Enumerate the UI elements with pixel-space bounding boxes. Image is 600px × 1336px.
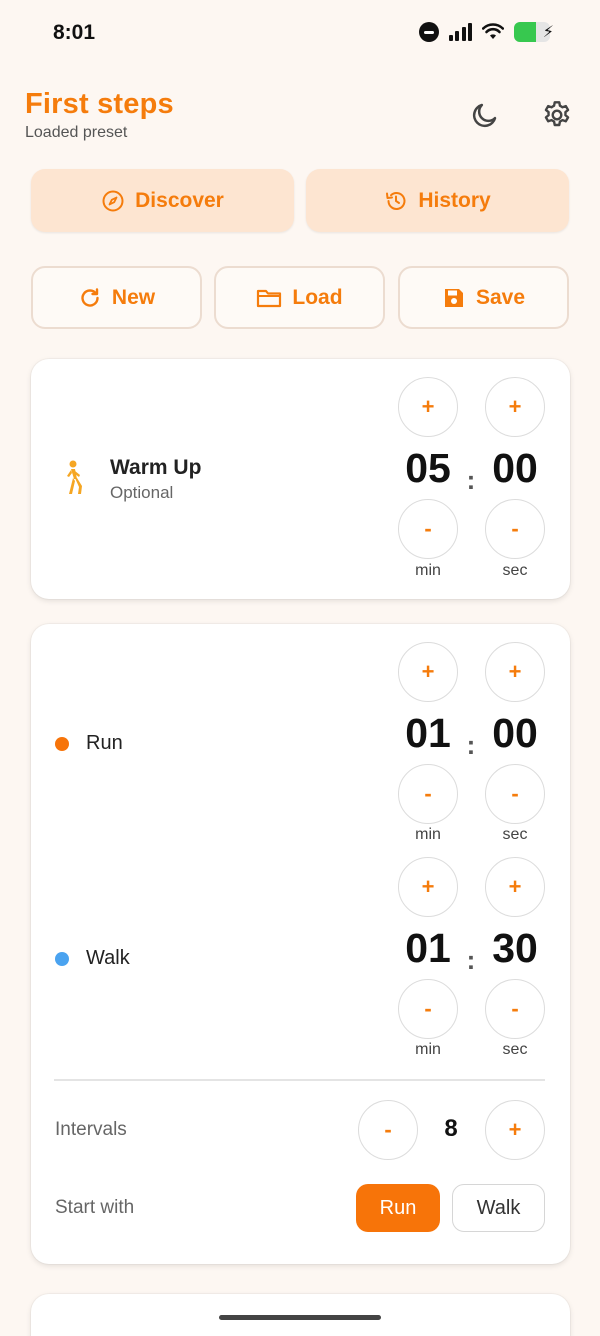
history-button[interactable]: History xyxy=(306,169,569,232)
walk-minutes-increment[interactable]: + xyxy=(398,857,458,917)
new-button[interactable]: New xyxy=(31,266,202,329)
warmup-minutes-value: 05 xyxy=(405,445,451,491)
status-time: 8:01 xyxy=(53,21,96,44)
walk-color-dot xyxy=(55,952,69,966)
minutes-unit-label: min xyxy=(415,1041,441,1058)
warmup-seconds-value: 00 xyxy=(492,445,538,491)
run-seconds-increment[interactable]: + xyxy=(485,642,545,702)
interval-card: Run + + 01 : 00 - - min sec Walk + + 01 … xyxy=(31,624,570,1264)
battery-icon: ⚡ xyxy=(514,22,554,42)
warmup-seconds-increment[interactable]: + xyxy=(485,377,545,437)
warmup-minutes-increment[interactable]: + xyxy=(398,377,458,437)
start-with-label: Start with xyxy=(55,1197,135,1218)
walk-label: Walk xyxy=(86,947,130,969)
walk-seconds-decrement[interactable]: - xyxy=(485,979,545,1039)
start-with-walk-option[interactable]: Walk xyxy=(452,1184,545,1232)
discover-button[interactable]: Discover xyxy=(31,169,294,232)
discover-label: Discover xyxy=(135,188,224,212)
save-label: Save xyxy=(475,285,526,309)
compass-icon xyxy=(102,190,124,211)
dark-mode-toggle[interactable] xyxy=(468,98,502,132)
minutes-unit-label: min xyxy=(415,562,441,579)
warmup-minutes-decrement[interactable]: - xyxy=(398,499,458,559)
load-label: Load xyxy=(292,285,343,309)
charging-bolt-icon: ⚡ xyxy=(542,24,554,41)
save-button[interactable]: Save xyxy=(398,266,569,329)
intervals-value: 8 xyxy=(444,1115,458,1142)
run-seconds-decrement[interactable]: - xyxy=(485,764,545,824)
warmup-title: Warm Up xyxy=(110,456,202,479)
intervals-label: Intervals xyxy=(55,1119,127,1140)
load-button[interactable]: Load xyxy=(214,266,385,329)
settings-button[interactable] xyxy=(540,98,574,132)
status-icons: ⚡ xyxy=(418,22,554,42)
status-bar: 8:01 ⚡ xyxy=(0,0,600,70)
walk-minutes-decrement[interactable]: - xyxy=(398,979,458,1039)
start-with-run-option[interactable]: Run xyxy=(356,1184,440,1232)
walk-minutes-value: 01 xyxy=(405,925,451,971)
warmup-card: Warm Up Optional + + 05 : 00 - - min sec xyxy=(31,359,570,599)
cellular-signal-icon xyxy=(448,23,472,41)
save-icon xyxy=(444,288,463,307)
run-color-dot xyxy=(55,737,69,751)
seconds-unit-label: sec xyxy=(502,562,528,579)
walk-seconds-value: 30 xyxy=(492,925,538,971)
seconds-unit-label: sec xyxy=(502,1041,528,1058)
wifi-icon xyxy=(482,23,504,39)
intervals-decrement[interactable]: - xyxy=(358,1100,418,1160)
moon-icon xyxy=(472,103,497,128)
divider xyxy=(54,1079,545,1081)
home-indicator[interactable] xyxy=(219,1315,381,1320)
refresh-icon xyxy=(81,287,99,307)
run-seconds-value: 00 xyxy=(492,710,538,756)
new-label: New xyxy=(111,285,156,309)
gear-icon xyxy=(544,101,570,127)
run-minutes-increment[interactable]: + xyxy=(398,642,458,702)
history-label: History xyxy=(418,188,491,212)
walk-seconds-increment[interactable]: + xyxy=(485,857,545,917)
header: First steps Loaded preset xyxy=(25,88,575,148)
folder-icon xyxy=(257,289,282,307)
warmup-subtitle: Optional xyxy=(110,483,174,502)
history-icon xyxy=(386,191,406,210)
walking-person-icon xyxy=(67,460,82,494)
run-label: Run xyxy=(86,732,123,754)
do-not-disturb-icon xyxy=(418,22,439,42)
minutes-unit-label: min xyxy=(415,826,441,843)
intervals-increment[interactable]: + xyxy=(485,1100,545,1160)
run-minutes-value: 01 xyxy=(405,710,451,756)
warmup-seconds-decrement[interactable]: - xyxy=(485,499,545,559)
run-minutes-decrement[interactable]: - xyxy=(398,764,458,824)
seconds-unit-label: sec xyxy=(502,826,528,843)
